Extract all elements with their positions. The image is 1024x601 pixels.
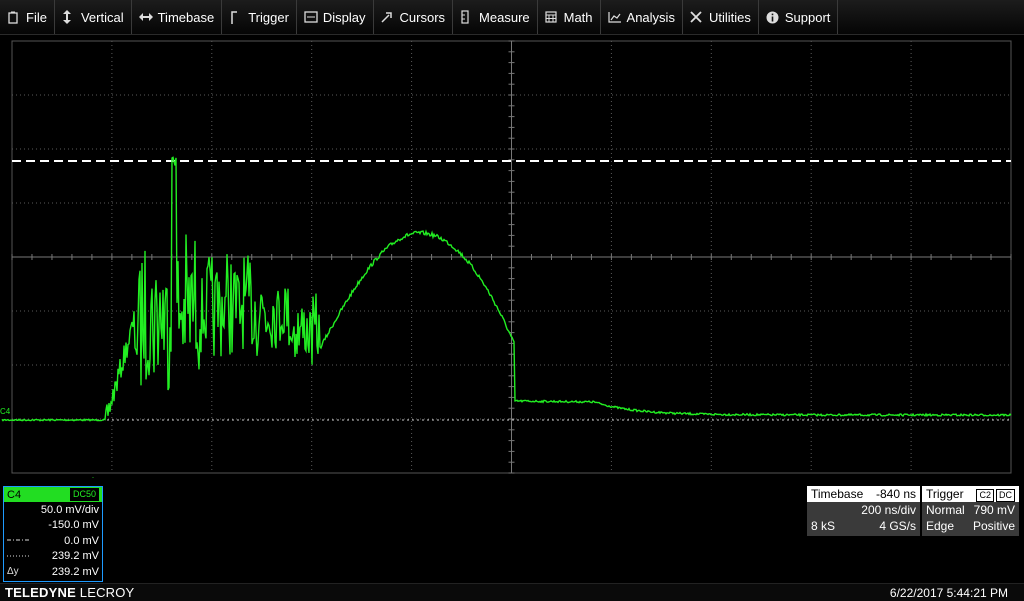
horizontal-arrows-icon bbox=[138, 12, 153, 22]
display-icon bbox=[304, 11, 318, 23]
timebase-descriptor[interactable]: Timebase -840 ns 200 ns/div 8 kS 4 GS/s bbox=[807, 486, 920, 536]
timebase-rate: 4 GS/s bbox=[879, 519, 916, 533]
menu-file[interactable]: File bbox=[0, 0, 55, 34]
brand-logo: TELEDYNE LECROY bbox=[5, 585, 134, 600]
menu-vertical-label: Vertical bbox=[80, 9, 124, 25]
menu-math[interactable]: Math bbox=[538, 0, 601, 34]
dash-dot-line-icon bbox=[7, 535, 29, 546]
timebase-title: Timebase bbox=[811, 487, 864, 501]
vdiv-value: 50.0 mV/div bbox=[40, 503, 99, 516]
menu-math-label: Math bbox=[563, 9, 593, 25]
trigger-icon bbox=[229, 10, 243, 24]
channel-c4-header: C4 DC50 bbox=[4, 487, 102, 502]
menu-bar: File Vertical Timebase Trigger Display C… bbox=[0, 0, 1024, 35]
delta-value: 239.2 mV bbox=[51, 565, 99, 578]
timebase-tdiv-row: 200 ns/div bbox=[807, 502, 920, 518]
trigger-title: Trigger bbox=[926, 487, 964, 501]
calculator-icon bbox=[545, 11, 559, 23]
menu-utilities-label: Utilities bbox=[708, 9, 751, 25]
trigger-type-row: Edge Positive bbox=[922, 518, 1019, 534]
cursor2-value: 239.2 mV bbox=[51, 550, 99, 563]
timebase-samples: 8 kS bbox=[811, 519, 836, 533]
delta-row: Δy 239.2 mV bbox=[4, 564, 102, 580]
measure-icon bbox=[460, 10, 474, 24]
trigger-coupling-tag: DC bbox=[996, 488, 1015, 502]
analysis-icon bbox=[607, 11, 622, 23]
menu-timebase-label: Timebase bbox=[157, 9, 215, 25]
trigger-descriptor[interactable]: Trigger C2 DC Normal 790 mV Edge Positive bbox=[922, 486, 1019, 536]
menu-cursors[interactable]: Cursors bbox=[374, 0, 454, 34]
cursor1-value: 0.0 mV bbox=[64, 534, 99, 547]
waveform-grid-area[interactable]: C4 bbox=[0, 36, 1024, 478]
trigger-mode-row: Normal 790 mV bbox=[922, 502, 1019, 518]
menu-file-label: File bbox=[26, 9, 47, 25]
offset-row: -150.0 mV bbox=[4, 518, 102, 534]
status-footer: TELEDYNE LECROY 6/22/2017 5:44:21 PM bbox=[0, 583, 1024, 601]
menu-analysis[interactable]: Analysis bbox=[601, 0, 683, 34]
dotted-line-icon bbox=[7, 551, 29, 562]
menu-measure-label: Measure bbox=[479, 9, 530, 25]
menu-display-label: Display bbox=[322, 9, 366, 25]
menu-support[interactable]: Support bbox=[759, 0, 839, 34]
timebase-sample-row: 8 kS 4 GS/s bbox=[807, 518, 920, 534]
cursor2-row: 239.2 mV bbox=[4, 549, 102, 565]
datetime: 6/22/2017 5:44:21 PM bbox=[889, 586, 1008, 600]
channel-name: C4 bbox=[7, 488, 22, 501]
brand-bold: TELEDYNE bbox=[5, 585, 76, 600]
trigger-level: 790 mV bbox=[973, 503, 1015, 517]
menu-measure[interactable]: Measure bbox=[453, 0, 538, 34]
menu-trigger-label: Trigger bbox=[248, 9, 289, 25]
timebase-header: Timebase -840 ns bbox=[807, 486, 920, 502]
cursor1-row: 0.0 mV bbox=[4, 533, 102, 549]
menu-analysis-label: Analysis bbox=[626, 9, 675, 25]
menu-timebase[interactable]: Timebase bbox=[132, 0, 223, 34]
trigger-position-marker[interactable] bbox=[89, 477, 97, 478]
menu-cursors-label: Cursors bbox=[399, 9, 446, 25]
vertical-arrows-icon bbox=[62, 10, 76, 24]
menu-trigger[interactable]: Trigger bbox=[222, 0, 297, 34]
trigger-type: Edge bbox=[926, 519, 955, 533]
waveform-grid[interactable]: C4 bbox=[0, 36, 1024, 478]
coupling-badge: DC50 bbox=[69, 488, 99, 501]
trigger-slope: Positive bbox=[972, 519, 1015, 533]
cursor-icon bbox=[381, 11, 395, 23]
menu-support-label: Support bbox=[784, 9, 831, 25]
brand-rest: LECROY bbox=[75, 585, 135, 600]
trigger-header: Trigger C2 DC bbox=[922, 486, 1019, 502]
timebase-delay: -840 ns bbox=[875, 487, 916, 501]
menu-display[interactable]: Display bbox=[297, 0, 374, 34]
tools-icon bbox=[690, 11, 704, 23]
menu-utilities[interactable]: Utilities bbox=[683, 0, 759, 34]
trigger-source-tag: C2 bbox=[976, 488, 994, 502]
delta-label: Δy bbox=[7, 566, 19, 578]
info-icon bbox=[766, 11, 780, 24]
trigger-mode: Normal bbox=[926, 503, 965, 517]
vdiv-row: 50.0 mV/div bbox=[4, 502, 102, 518]
trace-label: C4 bbox=[0, 407, 11, 416]
file-icon bbox=[7, 11, 21, 24]
timebase-tdiv: 200 ns/div bbox=[861, 503, 916, 517]
offset-value: -150.0 mV bbox=[48, 519, 99, 532]
menu-vertical[interactable]: Vertical bbox=[55, 0, 132, 34]
channel-c4-descriptor[interactable]: C4 DC50 50.0 mV/div -150.0 mV 0.0 mV 239… bbox=[3, 486, 103, 582]
